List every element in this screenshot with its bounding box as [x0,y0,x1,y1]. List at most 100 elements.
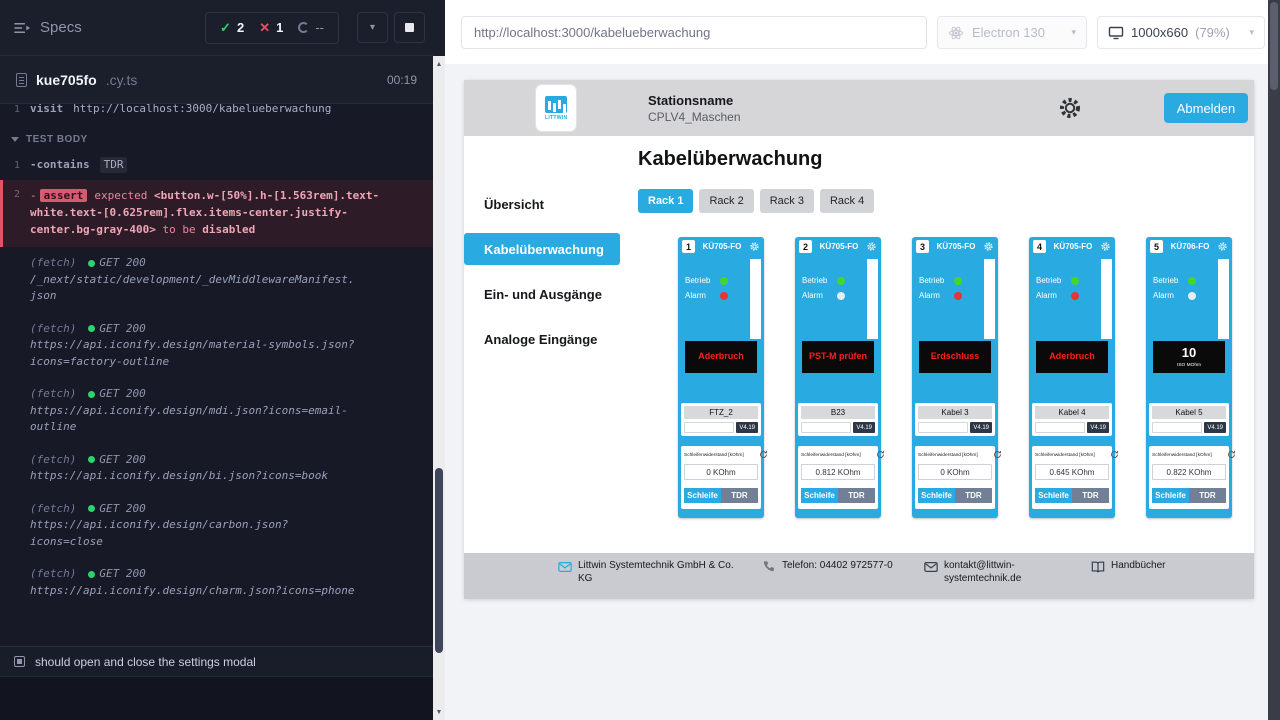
network-log-row[interactable]: (fetch)GET 200 /_next/static/development… [0,247,433,313]
electron-icon [948,25,964,41]
device-status-display: Aderbruch [685,341,757,373]
command-log: 1 visit http://localhost:3000/kabelueber… [0,104,433,646]
tdr-button[interactable]: TDR [721,488,758,503]
browser-select[interactable]: Electron 130 ▾ [937,16,1087,49]
rack-tab[interactable]: Rack 3 [760,189,814,213]
command-visit[interactable]: 1 visit http://localhost:3000/kabelueber… [0,104,433,122]
littwin-logo-mark [545,96,567,113]
tdr-button[interactable]: TDR [955,488,992,503]
cable-name: B23 [801,406,875,419]
fetch-label: (fetch) [30,322,76,335]
schleife-button[interactable]: Schleife [1035,488,1072,503]
tdr-button[interactable]: TDR [1072,488,1109,503]
refresh-icon[interactable] [876,450,885,459]
device-settings-icon[interactable] [983,241,994,252]
network-log-row[interactable]: (fetch)GET 200 https://api.iconify.desig… [0,558,433,607]
refresh-icon[interactable] [1110,450,1119,459]
refresh-icon[interactable] [759,450,768,459]
sidebar-nav-item[interactable]: Kabelüberwachung [464,233,620,265]
resistance-value: 0.645 KOhm [1035,464,1109,480]
device-measure-panel: Schleifenwiderstand [kOhm] 0.645 KOhm Sc… [1032,446,1112,509]
email-icon [924,560,938,574]
device-settings-icon[interactable] [749,241,760,252]
fetch-status: GET 200 [99,387,145,400]
refresh-icon[interactable] [1227,450,1236,459]
device-card-header: 2 KÜ705-FO [795,237,881,253]
success-dot [88,571,95,578]
alarm-led [720,292,728,300]
tdr-button[interactable]: TDR [838,488,875,503]
sidebar-nav-item[interactable]: Analoge Eingänge [464,323,620,355]
fetch-label: (fetch) [30,502,76,515]
device-settings-icon[interactable] [1217,241,1228,252]
network-log-row[interactable]: (fetch)GET 200 https://api.iconify.desig… [0,378,433,444]
schleife-button[interactable]: Schleife [918,488,955,503]
cable-name-field[interactable] [801,422,851,433]
device-status-text: Aderbruch [1049,352,1095,362]
betrieb-led [837,277,845,285]
scroll-up-arrow[interactable]: ▲ [433,58,445,70]
footer-manuals[interactable]: Handbücher [1091,560,1165,574]
spec-header[interactable]: kue705fo .cy.ts 00:19 [0,56,433,104]
pending-count: -- [315,20,324,35]
network-log-row[interactable]: (fetch)GET 200 https://api.iconify.desig… [0,493,433,559]
schleife-button[interactable]: Schleife [1152,488,1189,503]
cypress-topbar: Specs ✓ 2 ✕ 1 -- ▾ [0,0,433,56]
success-dot [88,391,95,398]
command-contains[interactable]: 1 -contains TDR [0,153,433,178]
device-model: KÜ705-FO [932,242,980,251]
scroll-down-arrow[interactable]: ▼ [433,706,445,718]
schleife-button[interactable]: Schleife [684,488,721,503]
url-input[interactable] [461,16,927,49]
device-card: 1 KÜ705-FO Betrieb Alarm Aderbruch FTZ_2… [678,237,764,518]
rack-tab[interactable]: Rack 4 [820,189,874,213]
schleife-button[interactable]: Schleife [801,488,838,503]
contact-mail-icon [558,560,572,574]
fetch-label: (fetch) [30,256,76,269]
fetch-url: /_next/static/development/_devMiddleware… [30,272,360,305]
sidebar-nav-item[interactable]: Ein- und Ausgänge [464,278,620,310]
panel-footer-space [0,676,433,720]
page-scrollbar-thumb[interactable] [1270,2,1278,90]
failed-assert-command[interactable]: 2 -assertexpected <button.w-[50%].h-[1.5… [0,180,433,247]
device-card-header: 3 KÜ705-FO [912,237,998,253]
logout-button[interactable]: Abmelden [1164,93,1248,123]
test-checkbox-icon [14,656,25,667]
specs-menu-button[interactable]: Specs [14,19,82,36]
tdr-button[interactable]: TDR [1189,488,1226,503]
device-settings-icon[interactable] [1100,241,1111,252]
settings-gear-icon[interactable] [1058,96,1082,120]
collapse-panel-button[interactable]: ▾ [357,12,388,43]
device-status-display: 10 ISO MOhm [1153,341,1225,373]
stop-tests-button[interactable] [394,12,425,43]
rack-tab[interactable]: Rack 1 [638,189,693,213]
viewport-select[interactable]: 1000x660 (79%) ▾ [1097,16,1265,49]
alarm-label: Alarm [685,291,715,300]
network-log-row[interactable]: (fetch)GET 200 https://api.iconify.desig… [0,313,433,379]
cable-name-field[interactable] [1152,422,1202,433]
rack-tab[interactable]: Rack 2 [699,189,753,213]
command-name: -contains [30,157,90,174]
cable-name: Kabel 5 [1152,406,1226,419]
cable-name-field[interactable] [684,422,734,433]
scrollbar-thumb[interactable] [435,468,443,653]
page-scrollbar[interactable] [1268,0,1280,720]
firmware-version: V4.19 [736,422,758,433]
cable-name-field[interactable] [1035,422,1085,433]
device-settings-icon[interactable] [866,241,877,252]
test-stats[interactable]: ✓ 2 ✕ 1 -- [205,12,339,44]
device-card: 3 KÜ705-FO Betrieb Alarm Erdschluss Kabe… [912,237,998,518]
sidebar-nav-item[interactable]: Übersicht [464,188,620,220]
pending-test-row[interactable]: should open and close the settings modal [0,646,433,676]
network-log-row[interactable]: (fetch)GET 200 https://api.iconify.desig… [0,444,433,493]
command-name: visit [30,104,63,118]
device-status-text: Aderbruch [698,352,744,362]
test-body-section[interactable]: TEST BODY [0,122,433,153]
assert-to-be: to be [162,223,195,236]
viewport-zoom: (79%) [1195,25,1230,40]
betrieb-led [1188,277,1196,285]
footer-email-text: kontakt@littwin-systemtechnik.de [944,560,1039,585]
refresh-icon[interactable] [993,450,1002,459]
cable-name-field[interactable] [918,422,968,433]
reporter-scrollbar[interactable]: ▲ ▼ [433,0,445,720]
